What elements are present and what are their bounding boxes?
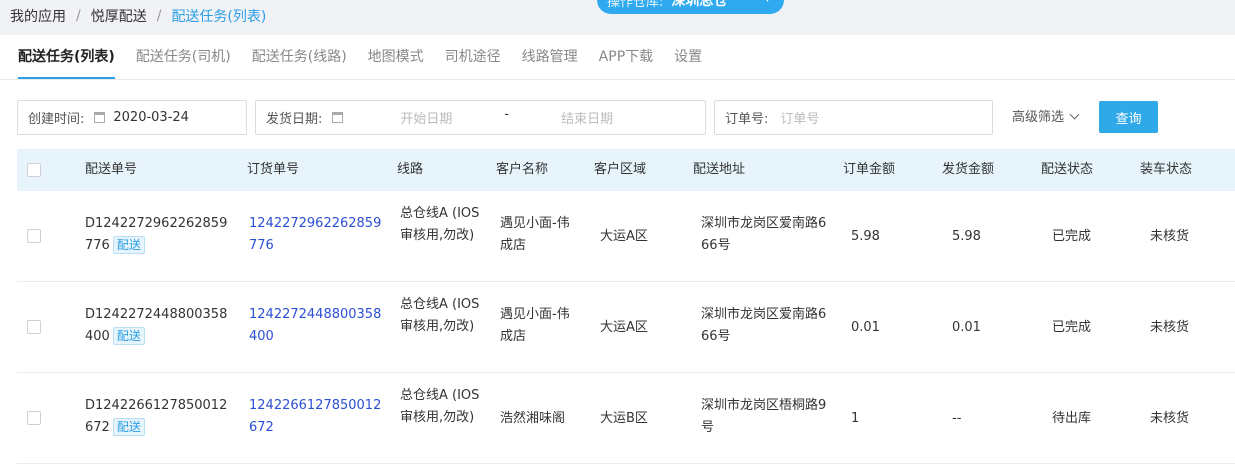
customer-region-cell: 大运B区 [600,410,648,426]
load-status-cell: 未核货 [1150,410,1190,426]
ship-date-range-separator: - [504,107,510,122]
customer-region-cell: 大运A区 [600,228,648,244]
order-number-field[interactable]: 订单号: 订单号 [714,100,993,135]
customer-region-cell: 大运A区 [600,319,648,335]
delivery-number: D1242266127850012672 [85,398,228,435]
ship-date-start-input[interactable]: 开始日期 [400,108,452,127]
route-cell: 总仓线A (IOS审核用,勿改) [400,297,480,334]
ship-amount-cell: 0.01 [952,319,981,335]
warehouse-value: 深圳总仓 [671,0,728,9]
order-number-label: 订单号: [725,112,769,127]
created-date-label: 创建时间: [28,112,85,127]
column-header[interactable]: 配送单号 [85,149,137,191]
select-all-checkbox[interactable] [27,163,41,177]
query-button[interactable]: 查询 [1099,101,1158,133]
load-status-cell: 未核货 [1150,319,1190,335]
breadcrumb: 我的应用 / 悦厚配送 / 配送任务(列表) [10,6,266,26]
tabs-divider [0,79,1235,80]
tab-route-management[interactable]: 线路管理 [522,35,578,79]
column-header[interactable]: 客户名称 [496,149,548,191]
advanced-filter-toggle[interactable]: 高级筛选 [1012,100,1080,135]
order-amount-cell: 1 [851,410,860,426]
customer-name-cell: 浩然湘味阁 [500,410,566,426]
tab-driver-path[interactable]: 司机途径 [445,35,501,79]
tab-delivery-list[interactable]: 配送任务(列表) [18,35,115,79]
delivery-status-cell: 已完成 [1052,319,1092,335]
column-header[interactable]: 发货金额 [942,149,994,191]
delivery-number: D1242272962262859776 [85,216,228,253]
table-row[interactable]: D1242272962262859776 配送 12422729622628597… [17,191,1235,282]
tab-settings[interactable]: 设置 [674,35,702,79]
column-header[interactable]: 客户区域 [594,149,646,191]
delivery-type-tag: 配送 [112,327,145,345]
tab-delivery-driver[interactable]: 配送任务(司机) [136,35,231,79]
order-number-input[interactable]: 订单号 [780,108,819,127]
ship-date-range-field[interactable]: 发货日期: 开始日期 - 结束日期 [255,100,706,135]
delivery-number-cell: D1242266127850012672 配送 [85,395,230,439]
breadcrumb-separator: / [76,8,81,24]
created-date-field[interactable]: 创建时间: 2020-03-24 [17,100,247,135]
table-row[interactable]: D1242272448800358400 配送 12422724488003584… [17,282,1235,373]
ship-amount-cell: 5.98 [952,228,981,244]
chevron-down-icon [1069,109,1080,120]
address-cell: 深圳市龙岗区梧桐路9号 [701,398,827,435]
tab-app-download[interactable]: APP下载 [599,35,653,79]
load-status-cell: 未核货 [1150,228,1190,244]
route-cell: 总仓线A (IOS审核用,勿改) [400,206,480,243]
order-amount-cell: 5.98 [851,228,880,244]
breadcrumb-separator: / [156,8,162,24]
customer-name-cell: 遇见小面-伟成店 [500,307,570,344]
calendar-icon [332,112,344,123]
breadcrumb-item-current: 配送任务(列表) [171,9,267,25]
row-checkbox[interactable] [27,229,41,243]
ship-date-label: 发货日期: [266,112,323,127]
route-cell: 总仓线A (IOS审核用,勿改) [400,388,480,425]
tab-bar: 配送任务(列表) 配送任务(司机) 配送任务(线路) 地图模式 司机途径 线路管… [0,35,1235,79]
column-header[interactable]: 订货单号 [247,149,299,191]
table-header: 配送单号 订货单号 线路 客户名称 客户区域 配送地址 订单金额 发货金额 配送… [17,149,1235,191]
address-cell: 深圳市龙岗区爱南路666号 [701,216,827,253]
delivery-number-cell: D1242272448800358400 配送 [85,304,230,348]
order-number-link[interactable]: 1242272962262859776 [249,213,384,257]
ship-date-end-input[interactable]: 结束日期 [561,108,613,127]
breadcrumb-item-module[interactable]: 悦厚配送 [91,6,147,26]
calendar-icon [94,112,106,123]
delivery-status-cell: 已完成 [1052,228,1092,244]
column-header[interactable]: 订单金额 [843,149,895,191]
delivery-number-cell: D1242272962262859776 配送 [85,213,230,257]
delivery-status-cell: 待出库 [1052,410,1092,426]
column-header[interactable]: 配送状态 [1041,149,1093,191]
delivery-type-tag: 配送 [112,236,145,254]
warehouse-label: 操作仓库: [607,0,664,10]
table-row[interactable]: D1242266127850012672 配送 12422661278500126… [17,373,1235,464]
delivery-table: 配送单号 订货单号 线路 客户名称 客户区域 配送地址 订单金额 发货金额 配送… [17,149,1235,464]
tab-delivery-route[interactable]: 配送任务(线路) [252,35,347,79]
chevron-down-icon: ▾ [765,0,770,5]
ship-amount-cell: -- [952,410,962,426]
warehouse-selector[interactable]: 操作仓库: 深圳总仓 ▾ [597,0,784,14]
customer-name-cell: 遇见小面-伟成店 [500,216,570,253]
created-date-value: 2020-03-24 [113,110,189,125]
column-header[interactable]: 线路 [397,149,423,191]
main-panel: 配送任务(列表) 配送任务(司机) 配送任务(线路) 地图模式 司机途径 线路管… [0,35,1235,476]
column-header[interactable]: 配送地址 [693,149,745,191]
delivery-type-tag: 配送 [112,418,145,436]
column-header[interactable]: 装车状态 [1140,149,1192,191]
row-checkbox[interactable] [27,320,41,334]
address-cell: 深圳市龙岗区爱南路666号 [701,307,827,344]
breadcrumb-item-apps[interactable]: 我的应用 [10,6,66,26]
tab-map-mode[interactable]: 地图模式 [368,35,424,79]
order-number-link[interactable]: 1242272448800358400 [249,304,384,348]
delivery-number: D1242272448800358400 [85,307,228,344]
order-amount-cell: 0.01 [851,319,880,335]
advanced-filter-label: 高级筛选 [1012,110,1065,125]
row-checkbox[interactable] [27,411,41,425]
order-number-link[interactable]: 1242266127850012672 [249,395,384,439]
